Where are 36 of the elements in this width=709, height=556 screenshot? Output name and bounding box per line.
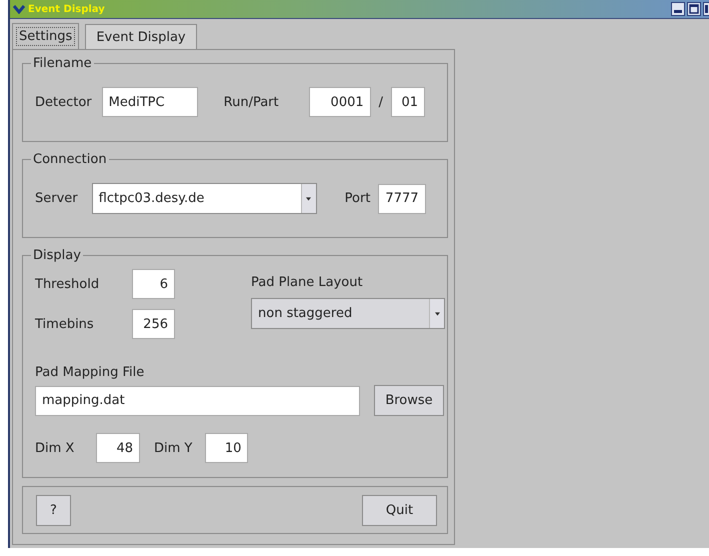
window-title: Event Display (28, 4, 105, 14)
minimize-icon[interactable] (671, 2, 685, 16)
run-part-label: Run/Part (224, 94, 279, 110)
layout-combo[interactable]: non staggered (251, 298, 445, 329)
maximize-icon[interactable] (687, 2, 701, 16)
timebins-field[interactable]: 256 (132, 309, 175, 339)
detector-field[interactable]: MediTPC (102, 87, 198, 117)
caret-icon (306, 196, 312, 200)
group-title: Filename (32, 56, 93, 71)
chevron-icon[interactable] (13, 4, 25, 14)
group-title: Connection (32, 152, 108, 167)
dim-x-field[interactable]: 48 (96, 433, 140, 463)
server-combo[interactable]: flctpc03.desy.de (92, 183, 317, 214)
server-label: Server (35, 191, 78, 206)
pad-plane-layout-label: Pad Plane Layout (251, 275, 364, 290)
tab[interactable]: Settings (12, 23, 80, 49)
part-field[interactable]: 01 (391, 87, 426, 117)
pad-mapping-file-label: Pad Mapping File (35, 365, 146, 380)
port-label: Port (344, 191, 370, 206)
help-button[interactable]: ? (36, 494, 71, 526)
caret-icon (434, 312, 440, 316)
browse-button[interactable]: Browse (374, 385, 444, 416)
mapping-file-field[interactable]: mapping.dat (35, 386, 360, 416)
run-field[interactable]: 0001 (308, 87, 371, 117)
dim-y-label: Dim Y (154, 440, 192, 456)
separator-text: / (378, 94, 384, 110)
quit-button[interactable]: Quit (362, 494, 437, 526)
threshold-field[interactable]: 6 (132, 269, 175, 299)
dim-x-label: Dim X (35, 440, 76, 456)
dim-y-field[interactable]: 10 (205, 433, 248, 463)
detector-label: Detector (35, 94, 92, 110)
group-title: Display (32, 248, 82, 263)
threshold-label: Threshold (35, 276, 100, 292)
tab[interactable]: Event Display (85, 24, 197, 49)
timebins-label: Timebins (35, 316, 95, 332)
port-field[interactable]: 7777 (378, 184, 426, 214)
